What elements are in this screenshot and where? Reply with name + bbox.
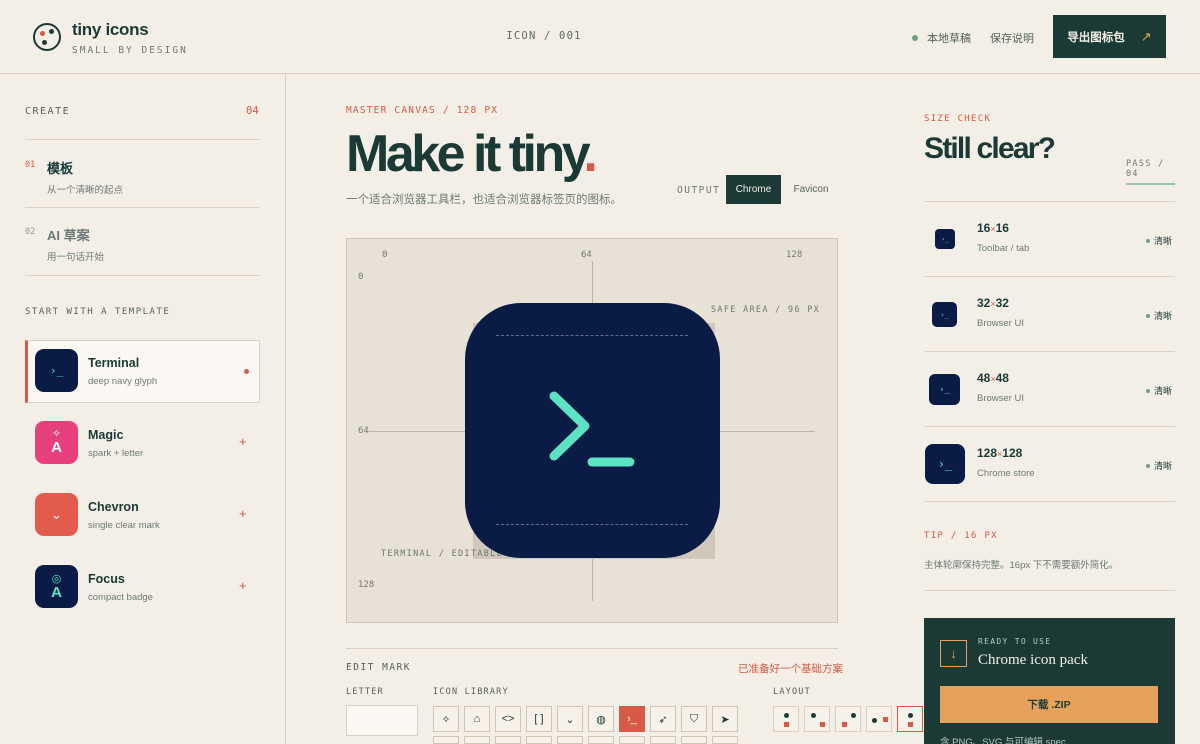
size-row-16: ›_ 16×16 Toolbar / tab 清晰 (924, 201, 1175, 276)
templates-label: START WITH A TEMPLATE (25, 307, 171, 317)
status-dot-icon (912, 35, 918, 41)
tip-text: 主体轮廓保持完整。16px 下不需要额外简化。 (924, 560, 1119, 571)
library-more-icon[interactable] (433, 736, 459, 744)
size-check-panel: SIZE CHECK Still clear? PASS / 04 ›_ 16×… (898, 74, 1200, 744)
letter-input[interactable] (346, 705, 418, 736)
robot-icon[interactable]: ⌂ (464, 706, 490, 732)
status-badge: 清晰 (1146, 384, 1172, 397)
brackets-icon[interactable]: [ ] (526, 706, 552, 732)
top-header: tiny icons SMALL BY DESIGN ICON / 001 本地… (0, 0, 1200, 74)
status-badge: 清晰 (1146, 459, 1172, 472)
library-more-icon[interactable] (557, 736, 583, 744)
create-count: 04 (246, 105, 259, 117)
page-subtitle: 一个适合浏览器工具栏，也适合浏览器标签页的图标。 (346, 194, 622, 206)
layout-option[interactable] (773, 706, 799, 732)
status-badge: 清晰 (1146, 309, 1172, 322)
icon-library-label: ICON LIBRARY (433, 687, 509, 697)
chevron-icon: ⌄ (35, 493, 78, 536)
terminal-icon[interactable]: ›_ (619, 706, 645, 732)
add-icon[interactable]: + (239, 578, 247, 593)
terminal-icon: ›_ (925, 444, 965, 484)
sparkles-icon[interactable]: ✧ (433, 706, 459, 732)
tick-label: 0 (358, 272, 364, 282)
save-note-link[interactable]: 保存说明 (990, 30, 1034, 46)
pass-count: PASS / 04 (1126, 159, 1175, 185)
tick-label: 0 (382, 250, 388, 260)
library-more-icon[interactable] (526, 736, 552, 744)
shield-check-icon[interactable]: ⛉ (681, 706, 707, 732)
icon-pack-card: ↓ READY TO USE Chrome icon pack 下载 .ZIP … (924, 618, 1175, 744)
code-icon[interactable]: <> (495, 706, 521, 732)
draft-status: 本地草稿 (912, 30, 971, 46)
brand-tagline: SMALL BY DESIGN (72, 45, 188, 56)
page-title: Make it tiny. (346, 125, 598, 183)
export-pack-button[interactable]: 导出图标包 ↗ (1053, 15, 1166, 58)
cursor-icon[interactable]: ➤ (712, 706, 738, 732)
master-canvas[interactable]: 0 64 128 0 64 128 SAFE AREA / 96 PX TERM… (346, 238, 838, 623)
edit-status-note: 已准备好一个基础方案 (738, 663, 843, 675)
tick-label: 128 (358, 580, 375, 590)
layout-option[interactable] (804, 706, 830, 732)
add-icon[interactable]: + (239, 506, 247, 521)
letter-label: LETTER (346, 687, 384, 697)
add-icon[interactable]: + (239, 434, 247, 449)
edit-mark-label: EDIT MARK (346, 662, 411, 673)
layout-label: LAYOUT (773, 687, 811, 697)
tick-label: 128 (786, 250, 803, 260)
mode-ai-draft[interactable]: 02 AI 草案 用一句话开始 (25, 225, 260, 265)
icon-preview[interactable] (465, 303, 720, 558)
editor-main: MASTER CANVAS / 128 PX Make it tiny. 一个适… (286, 74, 923, 744)
status-badge: 清晰 (1146, 234, 1172, 247)
focus-icon: ◎ A (35, 565, 78, 608)
tick-label: 64 (581, 250, 592, 260)
library-more-icon[interactable] (588, 736, 614, 744)
pack-title: Chrome icon pack (978, 652, 1088, 668)
size-check-title: Still clear? (924, 132, 1056, 165)
terminal-icon: ›_ (932, 302, 957, 327)
mode-template[interactable]: 01 模板 从一个清晰的起点 (25, 158, 260, 198)
rocket-icon[interactable]: ➶ (650, 706, 676, 732)
size-row-128: ›_ 128×128 Chrome store 清晰 (924, 426, 1175, 501)
library-more-icon[interactable] (464, 736, 490, 744)
output-chrome-tab[interactable]: Chrome (726, 175, 781, 204)
output-label: OUTPUT (677, 185, 721, 196)
template-terminal[interactable]: ›_ Terminal deep navy glyph (25, 340, 260, 403)
terminal-icon: ›_ (929, 374, 960, 405)
terminal-prompt-icon (549, 391, 635, 467)
size-row-48: ›_ 48×48 Browser UI 清晰 (924, 351, 1175, 426)
chevron-down-icon[interactable]: ⌄ (557, 706, 583, 732)
canvas-label: MASTER CANVAS / 128 PX (346, 105, 499, 116)
library-more-icon[interactable] (619, 736, 645, 744)
library-more-icon[interactable] (495, 736, 521, 744)
template-chevron[interactable]: ⌄ Chevron single clear mark + (25, 484, 260, 547)
create-label: CREATE (25, 106, 71, 117)
size-row-32: ›_ 32×32 Browser UI 清晰 (924, 276, 1175, 351)
layout-option[interactable] (835, 706, 861, 732)
magic-icon: ✧ A (35, 421, 78, 464)
terminal-icon: ›_ (935, 229, 955, 249)
size-check-label: SIZE CHECK (924, 114, 992, 124)
selected-dot-icon (244, 369, 249, 374)
download-icon: ↓ (940, 640, 967, 667)
safe-area-label: SAFE AREA / 96 PX (711, 305, 821, 315)
library-more-icon[interactable] (712, 736, 738, 744)
terminal-icon: ›_ (35, 349, 78, 392)
output-favicon-tab[interactable]: Favicon (786, 175, 836, 204)
tick-label: 64 (358, 426, 369, 436)
template-magic[interactable]: ✧ A Magic spark + letter + (25, 412, 260, 475)
layout-option[interactable] (866, 706, 892, 732)
palette-icon[interactable]: ◍ (588, 706, 614, 732)
template-focus[interactable]: ◎ A Focus compact badge + (25, 556, 260, 619)
library-more-icon[interactable] (681, 736, 707, 744)
library-more-icon[interactable] (650, 736, 676, 744)
left-sidebar: CREATE 04 01 模板 从一个清晰的起点 02 AI 草案 用一句话开始… (0, 74, 286, 744)
tip-label: TIP / 16 PX (924, 531, 998, 541)
download-zip-button[interactable]: 下载 .ZIP (940, 686, 1158, 723)
arrow-up-right-icon: ↗ (1140, 28, 1152, 44)
